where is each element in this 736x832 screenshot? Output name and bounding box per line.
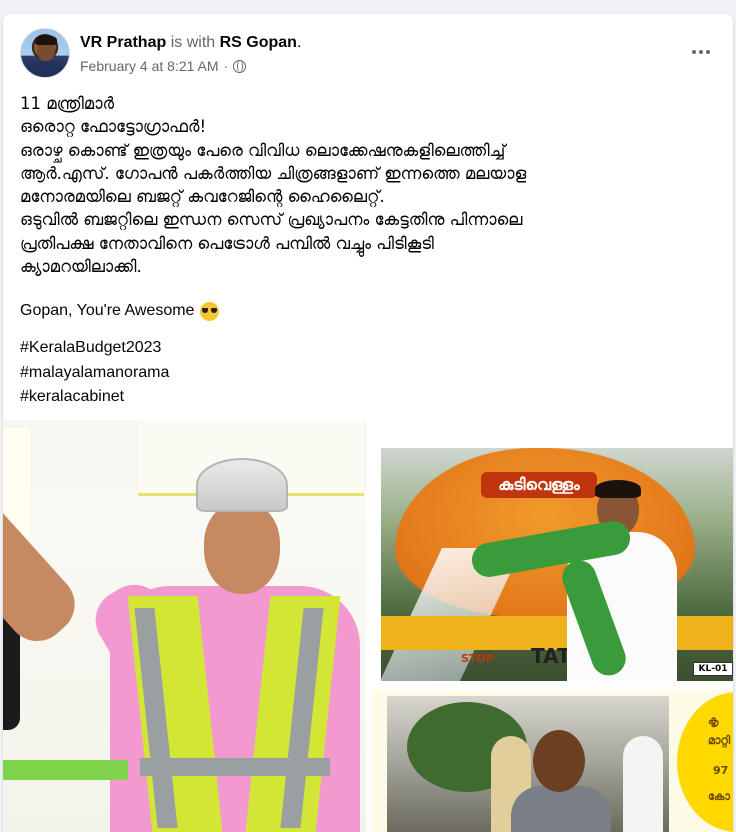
crowd-scene [387,696,669,832]
author-avatar[interactable] [20,28,70,78]
stop-label: STOP [461,652,494,665]
avatar-shirt [27,61,65,77]
tagged-suffix: . [296,34,302,51]
sunglasses-emoji-icon [200,301,220,321]
green-caption-bar [3,760,128,780]
body-line: മനോരമയിലെ ബജറ്റ് കവറേജിന്റെ ഹൈലൈറ്റ്. [20,187,385,207]
smiling-man-face [533,730,585,792]
body-line: ഒരൊറ്റ ഫോട്ടോഗ്രാഫർ! [20,117,207,137]
minister-face [204,502,280,594]
post-card: VR Prathap is with RS Gopan. February 4 … [3,14,733,832]
post-timestamp[interactable]: February 4 at 8:21 AM [80,58,219,74]
photo-grid: കുടിവെള്ളം STOP TAT KL-01 കൃ മാറ്റി 97 ക… [3,420,733,832]
photo-water-tanker[interactable]: കുടിവെള്ളം STOP TAT KL-01 [381,448,733,681]
hashtag-link[interactable]: #keralacabinet [20,385,169,410]
body-line: ഒടുവിൽ ബജറ്റിലെ ഇന്ധന സെസ് പ്രഖ്യാപനം കേ… [20,210,523,230]
globe-icon[interactable] [233,59,247,73]
tagged-person[interactable]: RS Gopan [220,34,297,51]
hard-hat [196,458,288,512]
photo-minister-pointing[interactable] [3,420,366,832]
dot-icon [692,50,696,54]
body-line: പ്രതിപക്ഷ നേതാവിനെ പെട്രോൾ പമ്പിൽ വച്ചും… [20,233,434,253]
yellow-callout [677,692,733,832]
dot-icon [699,50,703,54]
hashtag-link[interactable]: #KeralaBudget2023 [20,336,169,361]
hashtag-list: #KeralaBudget2023 #malayalamanorama #ker… [20,336,169,410]
callout-text: 97 [713,764,729,777]
number-plate: KL-01 [693,662,733,676]
callout-text: മാറ്റി [708,734,731,747]
body-line: ഒരാഴ്ച കൊണ്ട് ഇത്രയും പേരെ വിവിധ ലൊക്കേഷ… [20,140,506,160]
author-name[interactable]: VR Prathap [80,34,166,51]
shoutout-line: Gopan, You're Awesome [20,301,220,321]
meta-separator: · [223,58,229,74]
post-header: VR Prathap is with RS Gopan. February 4 … [3,14,733,84]
body-line: ആർ.എസ്. ഗോപൻ പകർത്തിയ ചിത്രങ്ങളാണ് ഇന്നത… [20,163,527,183]
shoutout-text: Gopan, You're Awesome [20,302,195,319]
child-figure [623,736,663,832]
more-options-button[interactable] [689,40,713,64]
hashtag-link[interactable]: #malayalamanorama [20,361,169,386]
author-line: VR Prathap is with RS Gopan. [80,33,301,53]
callout-text: കോ [708,790,730,803]
dot-icon [706,50,710,54]
body-line: 11 മന്ത്രിമാർ [20,94,115,113]
is-with-text: is with [170,34,216,51]
post-body: 11 മന്ത്രിമാർ ഒരൊറ്റ ഫോട്ടോഗ്രാഫർ! ഒരാഴ്… [20,92,720,278]
body-line: ക്യാമറയിലാക്കി. [20,257,142,277]
minister-hair [595,480,641,498]
post-meta: February 4 at 8:21 AM · [80,58,247,74]
callout-text: കൃ [708,714,719,727]
photo-crowd[interactable]: കൃ മാറ്റി 97 കോ [373,690,733,832]
avatar-hair [35,35,57,45]
smiling-man-body [511,786,611,832]
reflective-belt [140,758,330,776]
